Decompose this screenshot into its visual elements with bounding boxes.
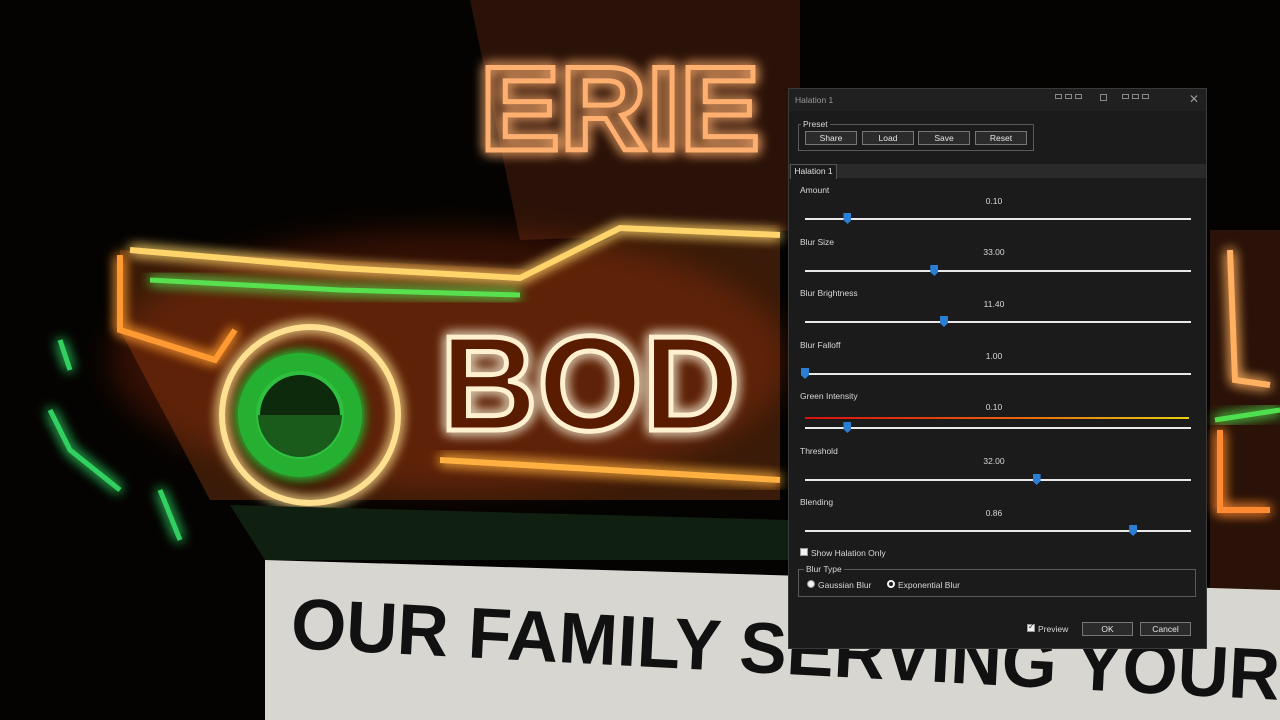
layout-icon[interactable] xyxy=(1122,94,1129,99)
blur-brightness-slider-thumb[interactable] xyxy=(939,316,948,327)
blur-brightness-value: 11.40 xyxy=(983,299,1005,309)
threshold-label: Threshold xyxy=(800,446,838,456)
sign-top-text: ERIE xyxy=(480,42,760,176)
exponential-blur-radio[interactable] xyxy=(887,580,895,588)
share-button[interactable]: Share xyxy=(805,131,857,145)
blending-value: 0.86 xyxy=(985,508,1003,518)
blending-slider[interactable] xyxy=(805,525,1191,536)
blur-size-label: Blur Size xyxy=(800,237,835,247)
sign-mid-text: BOD xyxy=(440,308,740,459)
threshold-slider-thumb[interactable] xyxy=(1032,474,1041,485)
halation-dialog: Halation 1 ✕ Preset Share Load Save Rese… xyxy=(788,88,1207,649)
exponential-blur-label[interactable]: Exponential Blur xyxy=(898,580,960,590)
blur-falloff-slider-thumb[interactable] xyxy=(801,368,809,379)
blur-size-value: 33.00 xyxy=(983,247,1005,257)
load-button[interactable]: Load xyxy=(862,131,914,145)
layout-icon[interactable] xyxy=(1055,94,1062,99)
preview-checkbox[interactable] xyxy=(1027,622,1035,632)
reset-button[interactable]: Reset xyxy=(975,131,1027,145)
gaussian-blur-radio[interactable] xyxy=(807,580,815,588)
layout-icon[interactable] xyxy=(1065,94,1072,99)
blur-type-legend: Blur Type xyxy=(804,564,844,574)
show-halation-only-checkbox[interactable] xyxy=(800,548,808,556)
preview-label[interactable]: Preview xyxy=(1038,624,1068,634)
window-icon[interactable] xyxy=(1100,94,1107,101)
green-intensity-label: Green Intensity xyxy=(800,391,858,401)
blending-slider-thumb[interactable] xyxy=(1129,525,1138,536)
blur-brightness-label: Blur Brightness xyxy=(800,288,858,298)
threshold-value: 32.00 xyxy=(983,456,1005,466)
green-intensity-gradient xyxy=(805,417,1189,419)
blur-falloff-value: 1.00 xyxy=(985,351,1003,361)
threshold-slider[interactable] xyxy=(805,474,1191,485)
dialog-titlebar[interactable]: Halation 1 ✕ xyxy=(789,89,1206,111)
dialog-title: Halation 1 xyxy=(795,95,834,105)
gaussian-blur-label[interactable]: Gaussian Blur xyxy=(818,580,871,590)
amount-slider[interactable] xyxy=(805,213,1191,224)
ok-button[interactable]: OK xyxy=(1082,622,1133,636)
tab-halation-1[interactable]: Halation 1 xyxy=(790,164,837,179)
blur-size-slider-thumb[interactable] xyxy=(930,265,939,276)
show-halation-only-label[interactable]: Show Halation Only xyxy=(811,548,886,558)
green-intensity-value: 0.10 xyxy=(985,402,1003,412)
blending-label: Blending xyxy=(800,497,834,507)
blur-falloff-label: Blur Falloff xyxy=(800,340,841,350)
layout-icon[interactable] xyxy=(1142,94,1149,99)
tab-bar xyxy=(789,164,1206,178)
amount-value: 0.10 xyxy=(985,196,1003,206)
blur-falloff-slider[interactable] xyxy=(801,368,1191,379)
blur-brightness-slider[interactable] xyxy=(805,316,1191,327)
preset-legend: Preset xyxy=(801,119,830,129)
close-icon[interactable]: ✕ xyxy=(1189,92,1199,106)
blur-size-slider[interactable] xyxy=(805,265,1191,276)
amount-slider-thumb[interactable] xyxy=(843,213,852,224)
layout-icon[interactable] xyxy=(1132,94,1139,99)
cancel-button[interactable]: Cancel xyxy=(1140,622,1191,636)
green-intensity-slider[interactable] xyxy=(805,422,1191,433)
amount-label: Amount xyxy=(800,185,830,195)
green-intensity-slider-thumb[interactable] xyxy=(843,422,852,433)
layout-icon[interactable] xyxy=(1075,94,1082,99)
save-button[interactable]: Save xyxy=(918,131,970,145)
